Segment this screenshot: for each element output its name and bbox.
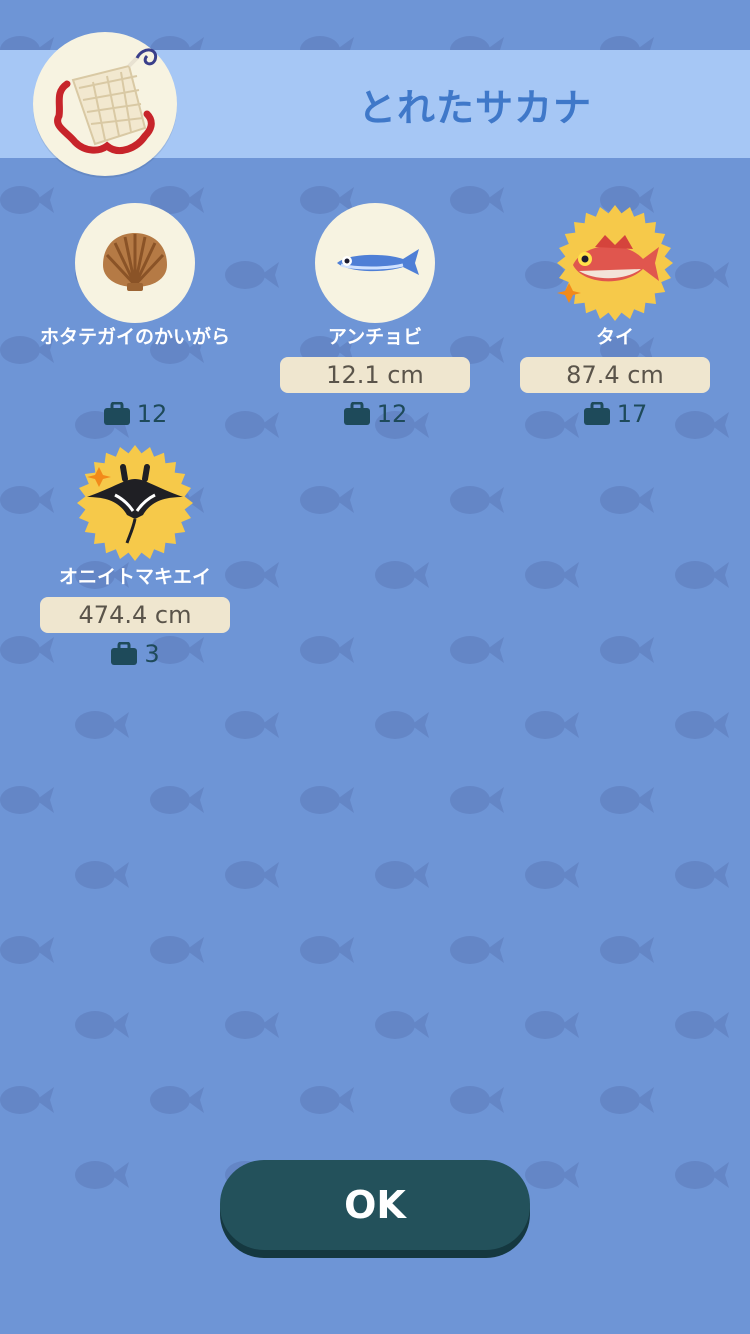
item-icon-frame [555, 203, 675, 323]
size-label: 474.4 cm [40, 597, 230, 633]
storage-count: 12 [15, 397, 255, 431]
item-icon-frame [75, 443, 195, 563]
sea-bream-icon [557, 235, 659, 303]
briefcase-icon [103, 402, 130, 425]
storage-count: 17 [495, 397, 735, 431]
bag-count: 12 [376, 400, 408, 428]
ok-button[interactable]: OK [220, 1160, 530, 1258]
item-name: オニイトマキエイ [58, 566, 211, 588]
net-badge [33, 32, 177, 176]
anchovy-icon [337, 249, 419, 275]
item-name: アンチョビ [327, 326, 423, 348]
item-name: ホタテガイのかいがら [39, 326, 230, 348]
storage-count: 3 [15, 637, 255, 671]
scallop-shell-icon [103, 233, 167, 291]
manta-ray-icon [87, 464, 183, 544]
item-name: タイ [595, 326, 634, 348]
ok-button-label: OK [220, 1160, 530, 1250]
briefcase-icon [583, 402, 610, 425]
storage-count: 12 [255, 397, 495, 431]
item-icon-frame [315, 203, 435, 323]
bag-count: 3 [144, 640, 160, 668]
bag-count: 12 [136, 400, 168, 428]
bag-count: 17 [616, 400, 648, 428]
size-label: 87.4 cm [520, 357, 710, 393]
size-label: 12.1 cm [280, 357, 470, 393]
net-icon [54, 48, 158, 154]
briefcase-icon [343, 402, 370, 425]
item-icon-frame [75, 203, 195, 323]
briefcase-icon [111, 642, 138, 665]
